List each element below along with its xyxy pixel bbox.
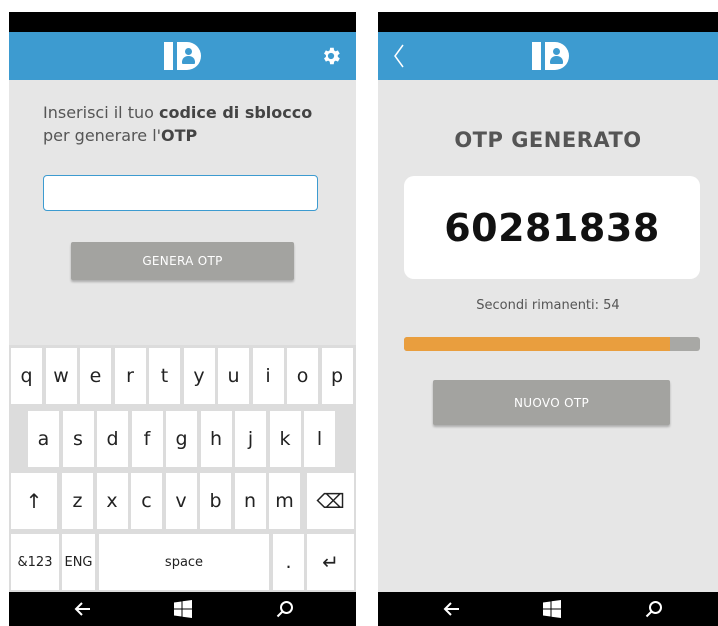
language-key[interactable]: ENG [62,534,95,590]
key-y[interactable]: y [183,348,215,404]
generate-otp-button[interactable]: GENERA OTP [71,242,294,280]
space-key[interactable]: space [99,534,269,590]
chevron-left-icon[interactable] [392,42,406,70]
key-z[interactable]: z [62,473,93,529]
progress-fill [404,337,671,351]
key-l[interactable]: l [304,411,335,467]
key-f[interactable]: f [131,411,163,467]
key-x[interactable]: x [96,473,128,529]
key-j[interactable]: j [235,411,266,467]
key-q[interactable]: q [11,348,42,404]
progress-bar [404,337,700,351]
key-r[interactable]: r [114,348,146,404]
key-u[interactable]: u [218,348,249,404]
id-logo-icon [532,40,569,72]
app-bar [378,32,718,80]
nav-bar [378,592,718,626]
key-v[interactable]: v [165,473,197,529]
key-g[interactable]: g [166,411,197,467]
otp-code: 60281838 [444,205,660,250]
windows-logo-icon[interactable] [542,599,562,619]
otp-card: 60281838 [404,176,700,279]
key-w[interactable]: w [45,348,77,404]
left-phone-screen: Inserisci il tuo codice di sblocco per g… [9,0,356,626]
key-k[interactable]: k [269,411,301,467]
key-e[interactable]: e [80,348,111,404]
key-d[interactable]: d [97,411,128,467]
otp-title: OTP GENERATO [454,128,642,152]
new-otp-button[interactable]: NUOVO OTP [433,380,670,425]
key-s[interactable]: s [62,411,94,467]
period-key[interactable]: . [273,534,304,590]
search-icon[interactable] [644,599,664,619]
status-bar [378,12,718,32]
backspace-key[interactable]: ⌫ [307,473,354,529]
on-screen-keyboard: q w e r t y u i o p a s d f g h j k l ↑ z x c v b n m ⌫ &123 ENG space… [9,345,356,592]
search-icon[interactable] [275,599,295,619]
unlock-code-prompt: Inserisci il tuo codice di sblocco per g… [43,103,313,145]
key-b[interactable]: b [200,473,231,529]
status-bar [9,12,356,32]
key-c[interactable]: c [131,473,162,529]
shift-key[interactable]: ↑ [11,473,57,529]
unlock-code-input[interactable] [43,175,318,211]
key-a[interactable]: a [28,411,59,467]
id-logo-icon [164,40,201,72]
app-bar [9,32,356,80]
seconds-remaining: Secondi rimanenti: 54 [476,298,620,313]
back-arrow-icon[interactable] [73,599,93,619]
numbers-key[interactable]: &123 [11,534,59,590]
back-arrow-icon[interactable] [442,599,462,619]
windows-logo-icon[interactable] [173,599,193,619]
key-m[interactable]: m [269,473,300,529]
key-n[interactable]: n [234,473,266,529]
nav-bar [9,592,356,626]
right-phone-screen: OTP GENERATO 60281838 Secondi rimanenti:… [378,0,718,626]
enter-key[interactable]: ↵ [307,534,354,590]
gear-icon[interactable] [320,45,342,67]
key-i[interactable]: i [252,348,284,404]
key-o[interactable]: o [287,348,318,404]
key-p[interactable]: p [321,348,353,404]
key-t[interactable]: t [149,348,180,404]
key-h[interactable]: h [200,411,232,467]
